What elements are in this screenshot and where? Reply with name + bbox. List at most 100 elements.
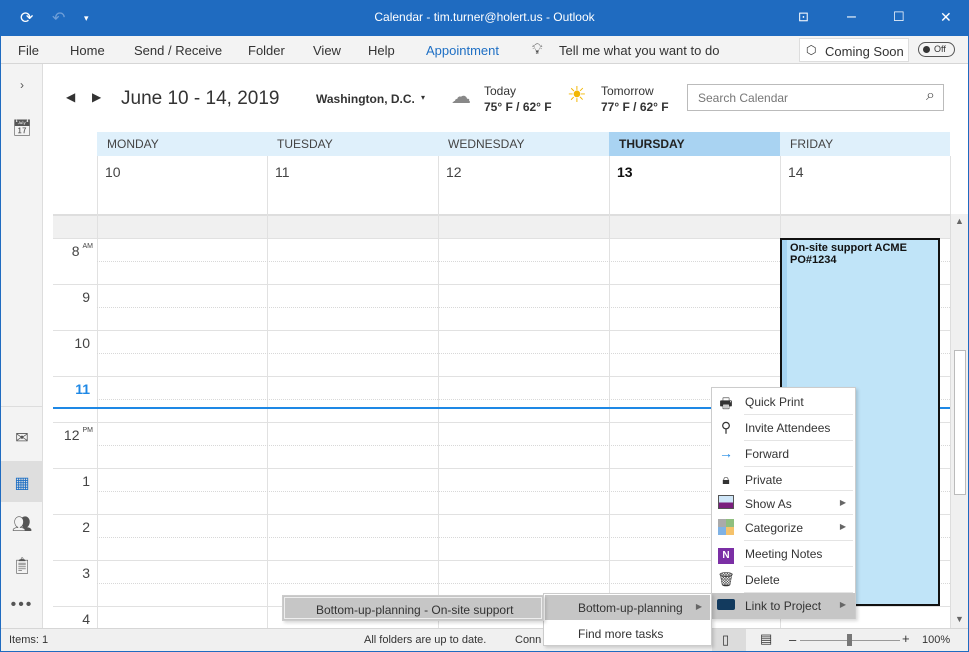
- coming-soon-button[interactable]: ⬡ Coming Soon: [799, 38, 909, 62]
- menu-item-delete[interactable]: 🗑︎ Delete: [712, 567, 855, 593]
- connection-status: Conn: [515, 634, 542, 646]
- menu-folder[interactable]: Folder: [248, 43, 285, 58]
- submenu-item-bottom-up-planning-on-site-support[interactable]: Bottom-up-planning - On-site support: [284, 597, 542, 619]
- submenu-arrow-icon: ▶: [839, 600, 846, 609]
- menu-appointment[interactable]: Appointment: [426, 43, 499, 58]
- menu-file[interactable]: File: [18, 43, 39, 58]
- context-menu: 🖶 Quick Print ⚲ Invite Attendees → Forwa…: [711, 387, 856, 619]
- submenu-arrow-icon: ▶: [695, 602, 702, 611]
- menu-home[interactable]: Home: [70, 43, 105, 58]
- previous-week-button[interactable]: ◀: [66, 90, 75, 104]
- menu-item-label: Show As: [745, 497, 792, 511]
- show-as-icon: [717, 495, 735, 513]
- rain-cloud-icon: ☁: [451, 86, 471, 108]
- mail-icon[interactable]: ✉: [1, 428, 43, 448]
- forward-arrow-icon: →: [719, 445, 733, 461]
- sun-icon: ☀: [567, 82, 587, 107]
- location-chevron-icon[interactable]: ▾: [421, 93, 425, 102]
- search-icon[interactable]: ⌕: [926, 87, 935, 105]
- menu-view[interactable]: View: [313, 43, 341, 58]
- day-number: 13: [617, 164, 633, 180]
- hour-label: 8 AM: [71, 243, 93, 259]
- tasks-icon[interactable]: 📋︎: [1, 556, 43, 576]
- minimize-button[interactable]: –: [847, 8, 856, 26]
- hour-label: 11: [75, 381, 90, 397]
- location-dropdown[interactable]: Washington, D.C.: [316, 92, 415, 106]
- task-submenu: Bottom-up-planning - On-site support: [282, 595, 544, 621]
- next-week-button[interactable]: ▶: [92, 90, 101, 104]
- new-appointment-icon[interactable]: 📅︎: [1, 118, 43, 138]
- tomorrow-label: Tomorrow: [601, 84, 654, 98]
- scroll-down-icon[interactable]: ▼: [955, 614, 964, 624]
- submenu-item-label: Bottom-up-planning - On-site support: [316, 603, 514, 617]
- calendar-icon[interactable]: ▦: [1, 473, 43, 493]
- hour-label: 1: [82, 473, 90, 489]
- column-divider: [97, 156, 98, 628]
- menu-item-forward[interactable]: → Forward: [712, 441, 855, 467]
- sync-status: All folders are up to date.: [364, 634, 487, 646]
- zoom-level: 100%: [922, 634, 951, 646]
- day-header-monday: MONDAY: [97, 132, 267, 156]
- menu-item-categorize[interactable]: Categorize ▶: [712, 515, 855, 541]
- menu-item-quick-print[interactable]: 🖶 Quick Print: [712, 389, 855, 415]
- today-temp: 75° F / 62° F: [484, 100, 552, 114]
- menu-item-label: Categorize: [745, 521, 804, 535]
- menu-send-receive[interactable]: Send / Receive: [134, 43, 222, 58]
- menu-item-label: Link to Project: [745, 599, 822, 613]
- day-header-thursday: THURSDAY: [609, 132, 780, 156]
- zoom-in-button[interactable]: +: [902, 631, 910, 646]
- search-calendar-input[interactable]: Search Calendar ⌕: [687, 84, 944, 111]
- scroll-up-icon[interactable]: ▲: [955, 216, 964, 226]
- toggle-label: Off: [934, 44, 946, 54]
- submenu-item-find-more-tasks[interactable]: Find more tasks: [545, 621, 710, 645]
- submenu-arrow-icon: ▶: [839, 522, 846, 531]
- day-header-friday: FRIDAY: [780, 132, 950, 156]
- window-title: Calendar - tim.turner@holert.us - Outloo…: [374, 10, 595, 24]
- menu-item-invite-attendees[interactable]: ⚲ Invite Attendees: [712, 415, 855, 441]
- menu-item-link-to-project[interactable]: Link to Project ▶: [712, 593, 855, 619]
- more-icon[interactable]: •••: [1, 596, 43, 614]
- all-day-row[interactable]: [53, 214, 950, 238]
- menu-help[interactable]: Help: [368, 43, 395, 58]
- day-header-tuesday: TUESDAY: [267, 132, 438, 156]
- status-bar: Items: 1 All folders are up to date. Con…: [0, 628, 969, 652]
- menu-item-meeting-notes[interactable]: N Meeting Notes: [712, 541, 855, 567]
- expand-chevron-icon[interactable]: ›: [1, 78, 43, 92]
- scrollbar-thumb[interactable]: [954, 350, 966, 495]
- maximize-button[interactable]: ☐: [893, 9, 905, 25]
- lock-icon: 🔒︎: [722, 471, 730, 487]
- hour-label: 10: [74, 335, 90, 351]
- tomorrow-temp: 77° F / 62° F: [601, 100, 669, 114]
- items-count: Items: 1: [9, 634, 49, 646]
- coming-soon-label: Coming Soon: [825, 44, 904, 59]
- day-header-wednesday: WEDNESDAY: [438, 132, 609, 156]
- event-title: On-site support ACME PO#1234: [790, 242, 907, 266]
- day-number: 10: [105, 164, 121, 180]
- people-icon[interactable]: 👥︎: [1, 514, 43, 534]
- zoom-out-button[interactable]: –: [789, 632, 796, 647]
- reading-view-icon[interactable]: ▤: [760, 631, 772, 647]
- column-divider: [267, 156, 268, 628]
- lightbulb-icon: 💡︎: [532, 41, 543, 58]
- close-button[interactable]: ✕: [940, 9, 952, 26]
- invite-attendees-icon: ⚲: [720, 419, 732, 435]
- submenu-arrow-icon: ▶: [839, 498, 846, 507]
- menu-item-label: Invite Attendees: [745, 421, 831, 435]
- submenu-item-label: Bottom-up-planning: [578, 601, 683, 615]
- menu-item-label: Quick Print: [745, 395, 804, 409]
- link-to-project-submenu: Bottom-up-planning ▶ Find more tasks: [543, 593, 712, 646]
- coming-soon-toggle[interactable]: Off: [918, 42, 955, 57]
- hour-label: 4: [82, 611, 90, 627]
- day-number: 14: [788, 164, 804, 180]
- zoom-slider-thumb[interactable]: [847, 634, 852, 646]
- onenote-icon: N: [717, 545, 735, 564]
- hour-label: 2: [82, 519, 90, 535]
- today-label: Today: [484, 84, 517, 98]
- vertical-scrollbar[interactable]: ▲ ▼: [950, 214, 968, 628]
- ribbon-display-icon[interactable]: ⊡: [798, 9, 809, 25]
- menu-bar: File Home Send / Receive Folder View Hel…: [0, 36, 969, 64]
- normal-view-button[interactable]: ▯: [712, 629, 746, 652]
- submenu-item-bottom-up-planning[interactable]: Bottom-up-planning ▶: [545, 595, 710, 620]
- link-project-icon: [717, 597, 735, 615]
- tell-me-search[interactable]: Tell me what you want to do: [559, 43, 719, 58]
